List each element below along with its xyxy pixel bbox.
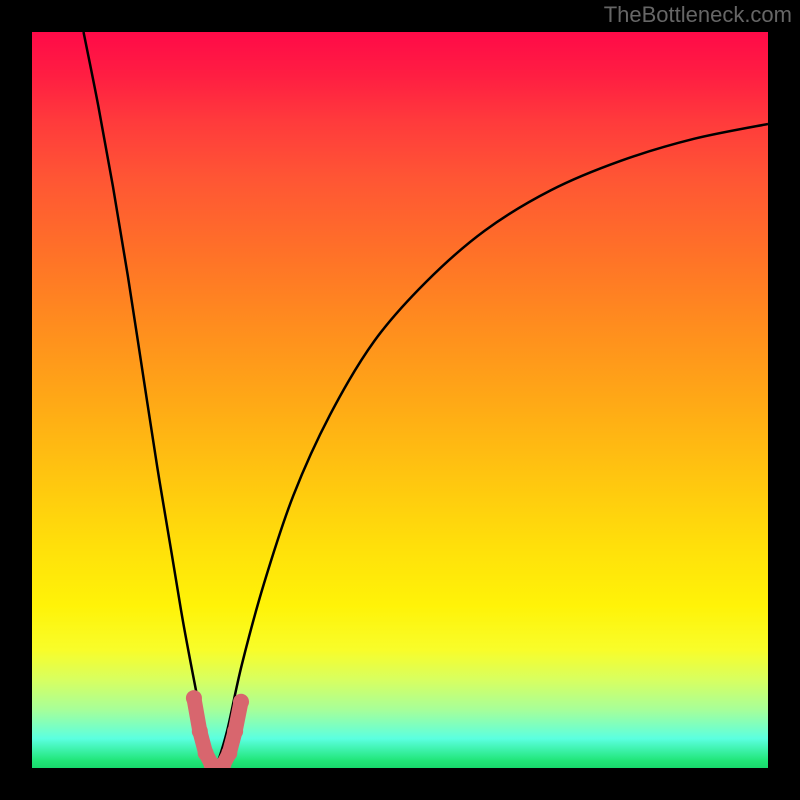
optimal-zone-point <box>186 690 202 706</box>
optimal-zone-point <box>221 745 237 761</box>
watermark-text: TheBottleneck.com <box>604 2 792 28</box>
optimal-zone-markers <box>186 690 249 768</box>
curve-overlay <box>32 32 768 768</box>
optimal-zone-point <box>192 723 208 739</box>
bottleneck-curve-left <box>84 32 216 768</box>
plot-area <box>32 32 768 768</box>
bottleneck-curve-right <box>216 124 768 768</box>
chart-container: TheBottleneck.com <box>0 0 800 800</box>
optimal-zone-point <box>227 723 243 739</box>
optimal-zone-point <box>233 694 249 710</box>
